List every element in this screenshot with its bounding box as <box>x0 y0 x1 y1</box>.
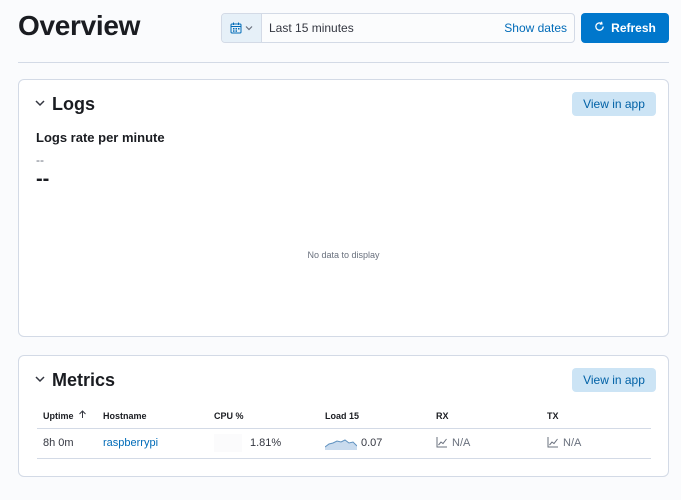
sparkline-icon <box>324 434 358 453</box>
refresh-button[interactable]: Refresh <box>581 13 669 43</box>
logs-rate-value: -- <box>36 168 50 190</box>
page-title: Overview <box>18 10 141 41</box>
show-dates-link[interactable]: Show dates <box>504 21 574 35</box>
metrics-table: Uptime Hostname CPU % Load 15 RX TX 8h 0… <box>37 404 651 459</box>
chart-placeholder-icon <box>547 436 559 451</box>
column-header-cpu[interactable]: CPU % <box>208 404 319 429</box>
load-value: 0.07 <box>361 437 383 449</box>
logs-panel-toggle[interactable]: Logs <box>34 94 95 115</box>
logs-panel: Logs View in app Logs rate per minute --… <box>18 79 669 337</box>
logs-rate-small-value: -- <box>36 153 44 167</box>
column-header-hostname[interactable]: Hostname <box>97 404 208 429</box>
metrics-view-in-app-button[interactable]: View in app <box>572 368 656 392</box>
metrics-panel: Metrics View in app Uptime Hostname CPU … <box>18 355 669 477</box>
no-data-message: No data to display <box>307 250 380 260</box>
calendar-icon <box>230 22 242 34</box>
column-header-load[interactable]: Load 15 <box>319 404 430 429</box>
column-label-uptime: Uptime <box>43 410 74 421</box>
rx-value: N/A <box>452 437 471 449</box>
table-header-row: Uptime Hostname CPU % Load 15 RX TX <box>37 404 651 429</box>
table-row: 8h 0m raspberrypi 1.81% 0.07 N/A N/A <box>37 428 651 459</box>
column-header-uptime[interactable]: Uptime <box>37 404 97 429</box>
chart-placeholder-icon <box>436 436 448 451</box>
logs-view-in-app-button[interactable]: View in app <box>572 92 656 116</box>
uptime-cell: 8h 0m <box>37 428 97 459</box>
quick-select-button[interactable] <box>222 14 262 42</box>
refresh-icon <box>594 21 605 35</box>
sort-up-icon <box>78 410 87 421</box>
metrics-panel-toggle[interactable]: Metrics <box>34 370 115 391</box>
column-header-tx[interactable]: TX <box>541 404 651 429</box>
header-divider <box>18 62 669 63</box>
refresh-label: Refresh <box>611 21 656 35</box>
date-range-text[interactable]: Last 15 minutes <box>262 21 504 35</box>
chevron-down-icon <box>34 96 46 114</box>
hostname-link[interactable]: raspberrypi <box>103 437 158 449</box>
tx-value: N/A <box>563 437 582 449</box>
chevron-down-icon <box>245 24 253 32</box>
logs-rate-title: Logs rate per minute <box>36 130 165 145</box>
column-header-rx[interactable]: RX <box>430 404 541 429</box>
cpu-sparkline <box>214 434 242 452</box>
metrics-title: Metrics <box>52 370 116 390</box>
chevron-down-icon <box>34 372 46 390</box>
logs-title: Logs <box>52 94 95 114</box>
date-picker: Last 15 minutes Show dates <box>221 13 575 43</box>
cpu-value: 1.81% <box>250 437 282 449</box>
